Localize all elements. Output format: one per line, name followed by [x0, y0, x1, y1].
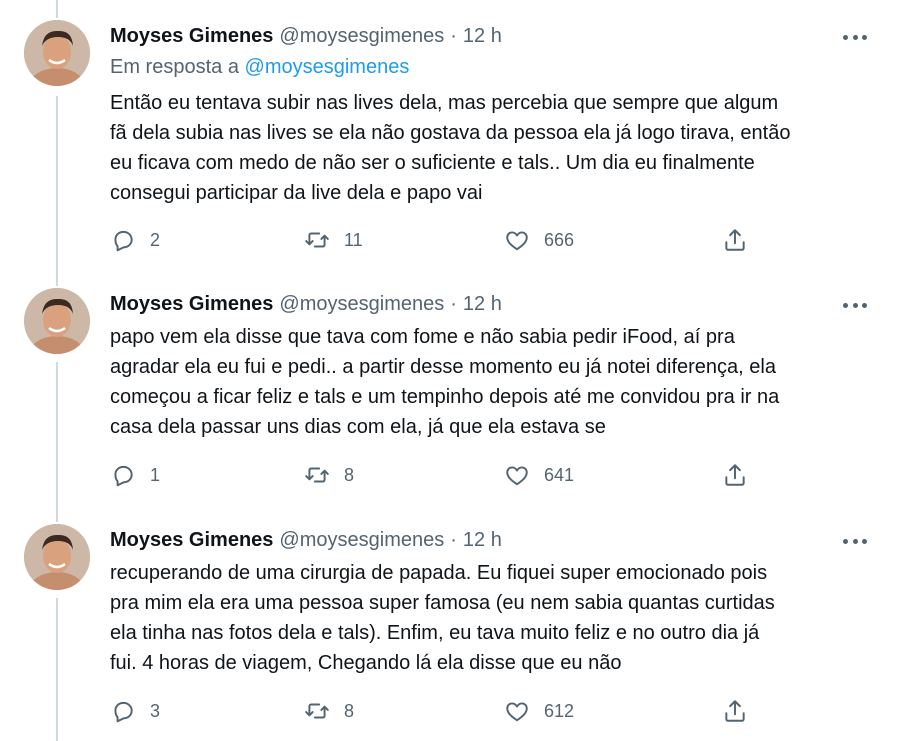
reply-icon: [114, 230, 133, 252]
author-handle[interactable]: @moysesgimenes: [279, 293, 444, 316]
tweet-text: papo vem ela disse que tava com fome e n…: [110, 322, 870, 442]
tweet-header: Moyses Gimenes @moysesgimenes · 12 h: [110, 288, 502, 320]
share-button[interactable]: [722, 460, 748, 490]
author-handle[interactable]: @moysesgimenes: [279, 25, 444, 48]
tweet-header: Moyses Gimenes @moysesgimenes · 12 h: [110, 20, 502, 52]
more-icon[interactable]: [843, 534, 867, 548]
like-count: 641: [544, 464, 575, 485]
author-name[interactable]: Moyses Gimenes: [110, 25, 273, 48]
like-count: 612: [544, 700, 575, 721]
tweet-text-line: eu ficava com medo de não ser o suficien…: [110, 152, 755, 174]
reply-button[interactable]: 2: [110, 225, 160, 255]
thread-connector: [56, 0, 58, 18]
tweet-text-line: fui. 4 horas de viagem, Chegando lá ela …: [110, 652, 622, 674]
tweet-actions: 3 8 612: [110, 696, 750, 726]
timestamp[interactable]: 12 h: [463, 529, 502, 552]
tweet-actions: 2 11 666: [110, 225, 750, 255]
more-icon[interactable]: [843, 298, 867, 312]
author-name[interactable]: Moyses Gimenes: [110, 293, 273, 316]
reply-icon: [114, 465, 133, 487]
tweet[interactable]: Moyses Gimenes @moysesgimenes · 12 h rec…: [0, 524, 897, 741]
reply-count: 1: [150, 464, 161, 485]
tweet-text-line: Então eu tentava subir nas lives dela, m…: [110, 92, 779, 114]
retweet-button[interactable]: 8: [304, 460, 354, 490]
avatar[interactable]: [24, 288, 90, 354]
tweet-header: Moyses Gimenes @moysesgimenes · 12 h: [110, 524, 502, 556]
share-icon: [725, 229, 745, 251]
share-button[interactable]: [722, 696, 748, 726]
tweet-text-line: pra mim ela era uma pessoa super famosa …: [110, 592, 775, 614]
retweet-icon: [305, 703, 329, 719]
more-icon[interactable]: [843, 30, 867, 44]
avatar-image: [24, 524, 90, 590]
tweet-text-line: papo vem ela disse que tava com fome e n…: [110, 326, 735, 348]
reply-count: 3: [150, 700, 161, 721]
tweet-text-line: fã dela subia nas lives se ela não gosta…: [110, 122, 791, 144]
tweet-text-line: consegui participar da live dela e papo …: [110, 182, 483, 204]
tweet-actions: 1 8 641: [110, 460, 750, 490]
retweet-button[interactable]: 11: [304, 225, 363, 255]
retweet-icon: [305, 467, 329, 483]
reply-context: Em resposta a @moysesgimenes: [110, 56, 409, 79]
retweet-icon: [305, 232, 329, 248]
author-handle[interactable]: @moysesgimenes: [279, 529, 444, 552]
author-name[interactable]: Moyses Gimenes: [110, 529, 273, 552]
avatar-image: [24, 20, 90, 86]
reply-icon: [114, 701, 133, 723]
tweet-text-line: agradar ela eu fui e pedi.. a partir des…: [110, 356, 776, 378]
tweet-text-line: ela tinha nas fotos dela e tals). Enfim,…: [110, 622, 760, 644]
retweet-count: 11: [344, 229, 363, 250]
retweet-button[interactable]: 8: [304, 696, 354, 726]
tweet-text: recuperando de uma cirurgia de papada. E…: [110, 558, 870, 678]
heart-icon: [506, 466, 528, 486]
avatar-image: [24, 288, 90, 354]
avatar[interactable]: [24, 524, 90, 590]
timestamp[interactable]: 12 h: [463, 293, 502, 316]
tweet-text-line: começou a ficar feliz e tals e um tempin…: [110, 386, 780, 408]
tweet[interactable]: Moyses Gimenes @moysesgimenes · 12 h pap…: [0, 288, 897, 508]
share-icon: [725, 700, 745, 722]
tweet-text: Então eu tentava subir nas lives dela, m…: [110, 88, 870, 208]
like-button[interactable]: 612: [504, 696, 574, 726]
share-icon: [725, 464, 745, 486]
reply-count: 2: [150, 229, 161, 250]
like-count: 666: [544, 229, 575, 250]
heart-icon: [506, 231, 528, 251]
reply-prefix: Em resposta a: [110, 56, 239, 78]
timestamp[interactable]: 12 h: [463, 25, 502, 48]
retweet-count: 8: [344, 464, 355, 485]
heart-icon: [506, 702, 528, 722]
reply-button[interactable]: 1: [110, 460, 160, 490]
like-button[interactable]: 641: [504, 460, 574, 490]
separator: ·: [450, 292, 457, 315]
separator: ·: [450, 24, 457, 47]
reply-button[interactable]: 3: [110, 696, 160, 726]
share-button[interactable]: [722, 225, 748, 255]
retweet-count: 8: [344, 700, 355, 721]
tweet-text-line: casa dela passar uns dias com ela, já qu…: [110, 416, 606, 438]
tweet[interactable]: Moyses Gimenes @moysesgimenes · 12 h Em …: [0, 20, 897, 270]
reply-mention-link[interactable]: @moysesgimenes: [245, 56, 410, 78]
separator: ·: [450, 528, 457, 551]
avatar[interactable]: [24, 20, 90, 86]
tweet-text-line: recuperando de uma cirurgia de papada. E…: [110, 562, 768, 584]
like-button[interactable]: 666: [504, 225, 574, 255]
